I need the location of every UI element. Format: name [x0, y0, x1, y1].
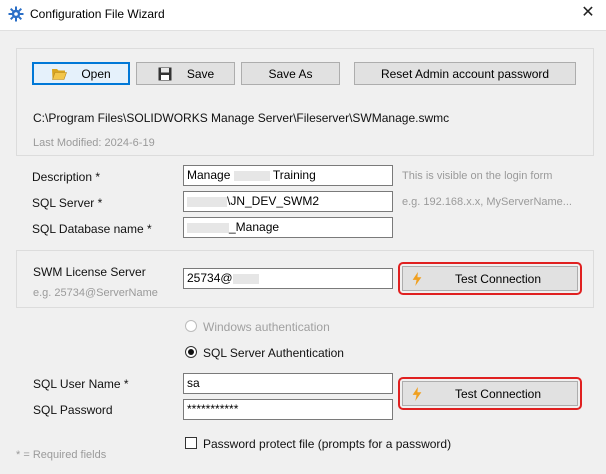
license-test-connection-label: Test Connection: [454, 271, 542, 286]
sql-user-label: SQL User Name *: [33, 377, 129, 391]
license-server-input[interactable]: 25734@: [183, 268, 393, 289]
password-protect-label: Password protect file (prompts for a pas…: [203, 437, 452, 451]
gear-icon: [8, 6, 24, 22]
description-value-prefix: Manage: [187, 168, 231, 182]
license-server-hint: e.g. 25734@ServerName: [33, 287, 158, 299]
save-as-button-label: Save As: [268, 66, 313, 81]
reset-admin-password-label: Reset Admin account password: [380, 66, 550, 81]
license-server-value: 25734@: [187, 271, 233, 285]
sql-password-input[interactable]: ***********: [183, 399, 393, 420]
save-button-label: Save: [186, 66, 215, 81]
reset-admin-password-button[interactable]: Reset Admin account password: [354, 62, 576, 85]
close-icon[interactable]: ✕: [578, 3, 598, 23]
windows-auth-radio[interactable]: [185, 320, 197, 332]
sql-user-input[interactable]: sa: [183, 373, 393, 394]
description-input[interactable]: Manage Training: [183, 165, 393, 186]
description-value-suffix: Training: [272, 168, 316, 182]
sql-server-value: \JN_DEV_SWM2: [227, 194, 320, 208]
file-path: C:\Program Files\SOLIDWORKS Manage Serve…: [33, 111, 450, 125]
save-as-button[interactable]: Save As: [241, 62, 340, 85]
license-server-label: SWM License Server: [33, 265, 146, 279]
redacted-text: [187, 222, 229, 233]
sql-password-label: SQL Password: [33, 403, 113, 417]
sql-test-connection-label: Test Connection: [454, 386, 542, 401]
last-modified: Last Modified: 2024-6-19: [33, 137, 155, 149]
sql-server-input[interactable]: \JN_DEV_SWM2: [183, 191, 393, 212]
open-button-label: Open: [81, 66, 111, 81]
sql-test-connection-button[interactable]: Test Connection: [402, 381, 578, 406]
description-label: Description *: [32, 170, 101, 184]
sql-auth-radio[interactable]: [185, 346, 197, 358]
open-button[interactable]: Open: [32, 62, 130, 85]
password-protect-checkbox[interactable]: [185, 437, 197, 449]
folder-open-icon: [52, 68, 68, 80]
redacted-text: [187, 196, 227, 207]
sql-database-value: _Manage: [229, 220, 280, 234]
sql-auth-label: SQL Server Authentication: [203, 346, 344, 360]
sql-password-value: ***********: [187, 402, 239, 416]
required-fields-note: * = Required fields: [16, 449, 107, 461]
lightning-bolt-icon: [412, 271, 422, 286]
description-hint: This is visible on the login form: [402, 170, 553, 182]
redacted-text: [233, 170, 270, 181]
windows-auth-label: Windows authentication: [203, 320, 330, 334]
window-title: Configuration File Wizard: [30, 7, 165, 21]
floppy-disk-icon: [158, 67, 172, 80]
sql-server-hint: e.g. 192.168.x.x, MyServerName...: [402, 196, 572, 208]
redacted-text: [232, 273, 259, 284]
sql-user-value: sa: [187, 376, 200, 390]
sql-database-label: SQL Database name *: [32, 222, 152, 236]
sql-server-label: SQL Server *: [32, 196, 103, 210]
sql-database-input[interactable]: _Manage: [183, 217, 393, 238]
lightning-bolt-icon: [412, 386, 422, 401]
save-button[interactable]: Save: [136, 62, 235, 85]
license-test-connection-button[interactable]: Test Connection: [402, 266, 578, 291]
